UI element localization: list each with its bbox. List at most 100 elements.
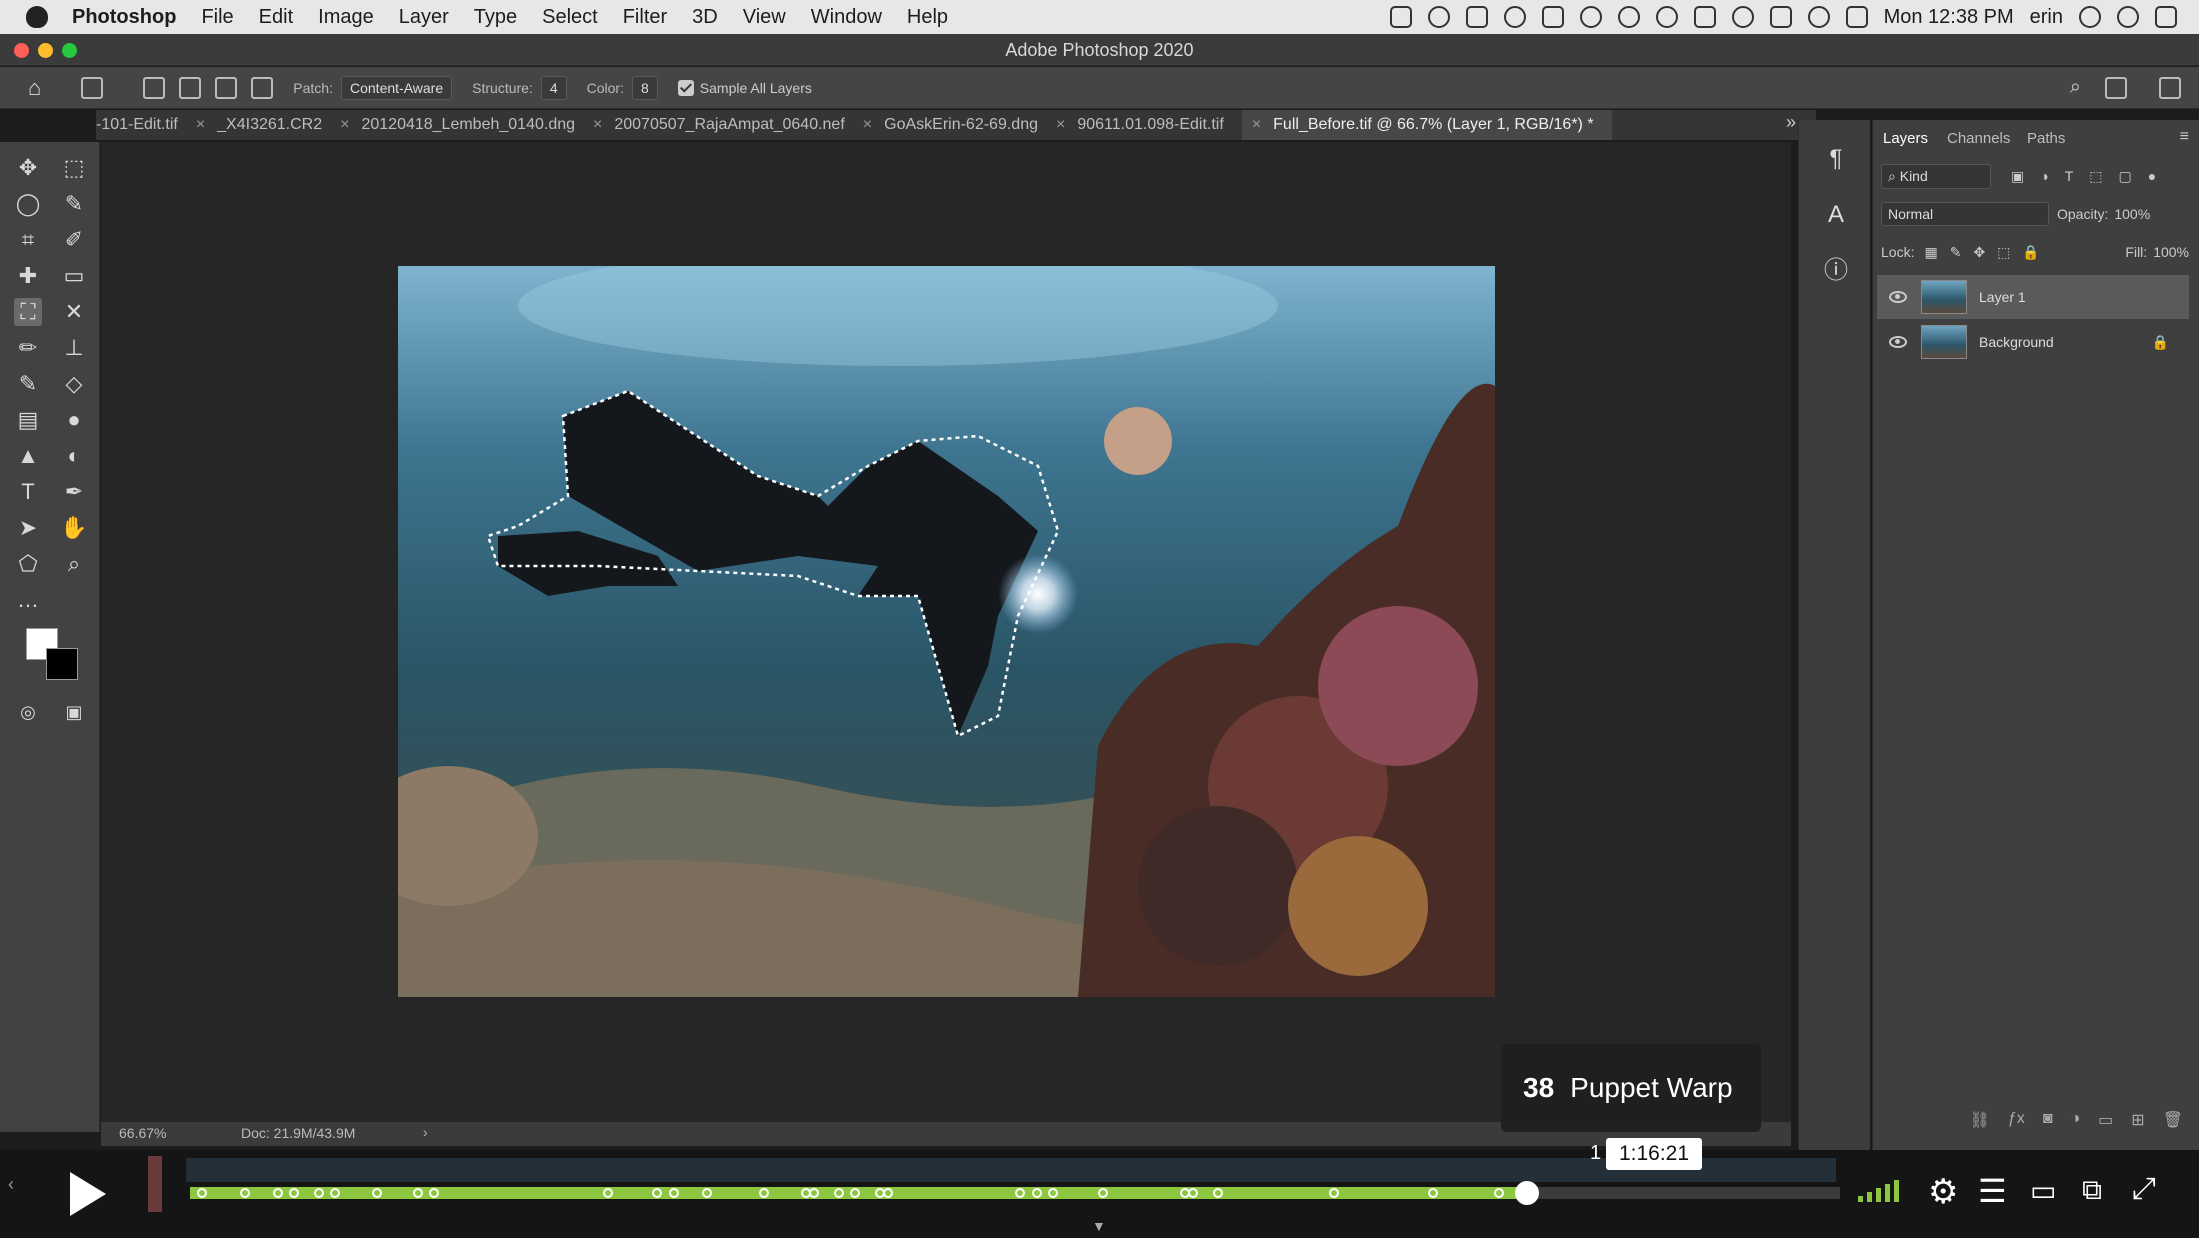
previous-icon[interactable]: ‹ [8, 1174, 14, 1195]
minimize-window-button[interactable] [38, 43, 53, 58]
menu-type[interactable]: Type [474, 6, 517, 29]
shape-icon[interactable]: ⬠ [14, 550, 42, 578]
chapter-dot[interactable] [412, 1188, 423, 1198]
info-circle-icon[interactable] [1655, 6, 1678, 28]
chapter-dot[interactable] [1097, 1188, 1108, 1198]
notification-list-icon[interactable] [2155, 6, 2177, 28]
patch-icon[interactable]: ⛶ [14, 298, 42, 326]
menu-window[interactable]: Window [811, 6, 882, 29]
visibility-eye-icon[interactable] [1889, 291, 1907, 303]
collapse-chevron-icon[interactable]: ▼ [1092, 1218, 1106, 1234]
chapter-dot[interactable] [883, 1188, 893, 1198]
chapter-dot[interactable] [1427, 1188, 1438, 1198]
character-icon[interactable]: A [1821, 200, 1851, 230]
menu-image[interactable]: Image [318, 6, 374, 29]
marquee-icon[interactable]: ⬚ [60, 154, 88, 182]
bluetooth-icon[interactable] [1617, 6, 1640, 28]
lasso-icon[interactable]: ◯ [14, 190, 42, 218]
more-tabs-icon[interactable]: » [1786, 112, 1796, 133]
chapter-dot[interactable] [272, 1188, 283, 1198]
trash-icon[interactable]: 🗑 [2163, 1110, 2183, 1140]
tab-document[interactable]: × 90611.01.098-Edit.tif [1056, 110, 1242, 140]
screen-icon[interactable] [1465, 6, 1488, 28]
chapter-dot[interactable] [701, 1188, 712, 1198]
close-tab-icon[interactable]: × [593, 110, 602, 140]
menu-view[interactable]: View [743, 6, 786, 29]
menu-edit[interactable]: Edit [259, 6, 293, 29]
chapter-dot[interactable] [850, 1188, 860, 1198]
search-icon[interactable]: ⌕ [2070, 76, 2081, 99]
lock-position-icon[interactable]: ✥ [1973, 244, 1985, 261]
healing-icon[interactable]: ✚ [14, 262, 42, 290]
dropbox-icon[interactable] [1389, 6, 1412, 28]
menu-select[interactable]: Select [542, 6, 598, 29]
chapter-dot[interactable] [652, 1188, 662, 1198]
adjustment-layer-icon[interactable]: ◑ [2070, 1110, 2080, 1140]
lock-transparent-icon[interactable]: ▦ [1924, 244, 1937, 261]
creative-cloud-icon[interactable] [1503, 6, 1526, 28]
scrubber-handle[interactable] [1514, 1181, 1539, 1205]
m-icon[interactable] [1541, 6, 1564, 28]
lock-pixels-icon[interactable]: ✎ [1950, 244, 1962, 261]
tab-document[interactable]: × _X4I3261.CR2 [196, 110, 340, 140]
visibility-eye-icon[interactable] [1889, 336, 1907, 348]
chapters-list-icon[interactable]: ☰ [1978, 1172, 2007, 1210]
move-icon[interactable]: ✥ [14, 154, 42, 182]
more-icon[interactable]: … [14, 586, 42, 614]
hand-icon[interactable]: ✋ [60, 514, 88, 542]
chapter-dot[interactable] [1048, 1188, 1058, 1198]
screen-mode-icon[interactable]: ▣ [60, 698, 88, 726]
close-window-button[interactable] [14, 43, 29, 58]
lock-all-icon[interactable]: 🔒 [2022, 244, 2039, 261]
kind-filter-select[interactable]: ⌕ Kind [1881, 163, 1991, 189]
chapter-dot[interactable] [1213, 1188, 1223, 1198]
close-tab-icon[interactable]: × [340, 110, 349, 140]
tab-document[interactable]: × GoAskErin-62-69.dng [863, 110, 1056, 140]
smart-object-filter-icon[interactable]: ▢ [2119, 168, 2132, 185]
status-menu-icon[interactable]: › [423, 1124, 428, 1140]
adjustment-filter-icon[interactable]: ◑ [2040, 168, 2048, 184]
zoom-window-button[interactable] [62, 43, 77, 58]
menu-clock[interactable]: Mon 12:38 PM [1884, 6, 2014, 29]
record-icon[interactable] [1731, 6, 1754, 28]
fast-forward-icon[interactable] [1693, 6, 1716, 28]
sharpen-icon[interactable]: ▲ [14, 442, 42, 470]
shape-filter-icon[interactable]: ⬚ [2089, 168, 2102, 185]
stamp-icon[interactable]: ⊥ [60, 334, 88, 362]
menu-file[interactable]: File [201, 6, 233, 29]
fullscreen-icon[interactable]: ⤢ [2132, 1172, 2156, 1206]
chapter-dot[interactable] [833, 1188, 844, 1198]
document-image[interactable] [398, 266, 1495, 997]
intersect-selection-icon[interactable] [251, 76, 274, 99]
content-aware-move-icon[interactable]: ✕ [60, 298, 88, 326]
chapter-dot[interactable] [1493, 1188, 1504, 1198]
patch-select[interactable]: Content-Aware [341, 75, 453, 100]
path-select-icon[interactable]: ➤ [14, 514, 42, 542]
tab-document[interactable]: × 20120418_Lembeh_0140.dng [340, 110, 593, 140]
airplay-icon[interactable] [1769, 6, 1792, 28]
close-tab-icon[interactable]: × [1056, 110, 1065, 140]
picture-in-picture-icon[interactable]: ⧉ [2082, 1174, 2102, 1207]
menu-filter[interactable]: Filter [623, 6, 667, 29]
menu-3d[interactable]: 3D [692, 6, 718, 29]
add-selection-icon[interactable] [179, 76, 202, 99]
fill-field[interactable]: 100% [2153, 244, 2189, 260]
zoom-icon[interactable]: ⌕ [60, 550, 88, 578]
opacity-field[interactable]: 100% [2114, 206, 2150, 222]
info-icon[interactable]: ⓘ [1821, 256, 1851, 286]
quick-select-icon[interactable]: ✎ [60, 190, 88, 218]
paragraph-icon[interactable]: ¶ [1821, 144, 1851, 174]
workspace-icon[interactable] [2105, 76, 2127, 99]
ruler-icon[interactable]: ▭ [60, 262, 88, 290]
new-layer-icon[interactable]: ⊞ [2131, 1110, 2144, 1140]
subtract-selection-icon[interactable] [215, 76, 238, 99]
new-group-icon[interactable]: ▭ [2098, 1110, 2113, 1140]
wifi-icon[interactable] [1807, 6, 1830, 28]
history-brush-icon[interactable]: ✎ [14, 370, 42, 398]
layer-row[interactable]: Background 🔒 [1877, 320, 2189, 364]
tab-document[interactable]: × 20070507_RajaAmpat_0640.nef [593, 110, 863, 140]
apple-icon[interactable] [26, 6, 48, 28]
tab-layers[interactable]: Layers [1883, 130, 1928, 147]
chapter-dot[interactable] [371, 1188, 382, 1198]
quick-mask-icon[interactable]: ◎ [14, 698, 42, 726]
